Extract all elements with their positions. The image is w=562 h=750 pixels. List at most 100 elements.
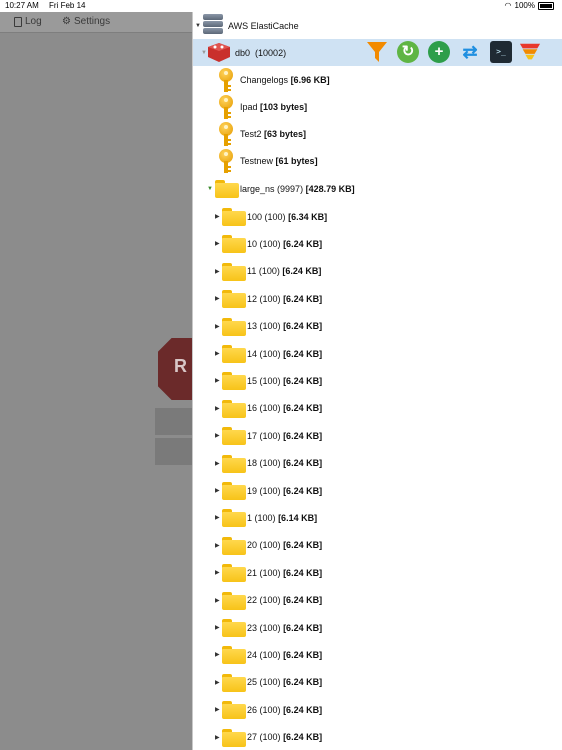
tree-row-folder[interactable]: ▶ 18 (100) [6.24 KB] <box>193 450 562 477</box>
folder-size: [6.24 KB] <box>283 293 323 304</box>
tree-row-folder[interactable]: ▶ 16 (100) [6.24 KB] <box>193 395 562 422</box>
chevron-right-icon[interactable]: ▶ <box>215 295 220 302</box>
folder-icon <box>222 317 246 336</box>
swap-icon[interactable]: ⇄ <box>459 41 481 63</box>
chevron-right-icon[interactable]: ▶ <box>215 734 220 741</box>
chevron-right-icon[interactable]: ▶ <box>215 268 220 275</box>
clear-filter-icon[interactable] <box>519 41 541 63</box>
tree-row-folder[interactable]: ▶ 10 (100) [6.24 KB] <box>193 230 562 257</box>
tree-row-folder[interactable]: ▶ 100 (100) [6.34 KB] <box>193 203 562 230</box>
chevron-right-icon[interactable]: ▶ <box>215 323 220 330</box>
folder-name: 19 <box>247 485 258 496</box>
key-icon <box>219 122 233 146</box>
folder-count: (100) <box>259 649 281 660</box>
refresh-icon[interactable]: ↻ <box>397 41 419 63</box>
tree-row-connection[interactable]: ▼ AWS ElastiCache <box>193 12 562 39</box>
folder-icon <box>222 619 246 637</box>
tree-row-folder[interactable]: ▶ 1 (100) [6.14 KB] <box>193 504 562 531</box>
tree-row-folder[interactable]: ▶ 17 (100) [6.24 KB] <box>193 422 562 449</box>
tree-row-folder[interactable]: ▶ 13 (100) [6.24 KB] <box>193 313 562 340</box>
key-name: Ipad <box>240 101 258 112</box>
tree-row-key[interactable]: Ipad [103 bytes] <box>193 93 562 120</box>
chevron-down-icon[interactable]: ▼ <box>195 23 201 29</box>
terminal-icon[interactable]: >_ <box>490 41 512 63</box>
folder-name: 27 <box>247 732 258 743</box>
folder-name: 24 <box>247 649 258 660</box>
folder-count: (100) <box>254 512 276 523</box>
tree-row-folder[interactable]: ▶ 20 (100) [6.24 KB] <box>193 532 562 559</box>
folder-icon <box>222 235 246 254</box>
chevron-right-icon[interactable]: ▶ <box>215 432 220 439</box>
chevron-right-icon[interactable]: ▶ <box>215 514 220 521</box>
namespace-name: large_ns <box>240 183 275 194</box>
folder-icon <box>215 180 239 198</box>
folder-icon <box>222 372 246 391</box>
settings-label: Settings <box>73 16 111 27</box>
tree-row-folder[interactable]: ▶ 24 (100) [6.24 KB] <box>193 641 562 668</box>
settings-button[interactable]: ⚙ Settings <box>62 16 110 27</box>
tree-row-folder[interactable]: ▶ 14 (100) [6.24 KB] <box>193 340 562 367</box>
folder-count: (100) <box>259 485 281 496</box>
chevron-right-icon[interactable]: ▶ <box>215 460 220 467</box>
folder-count: (100) <box>259 595 281 606</box>
folder-icon <box>222 701 246 720</box>
database-label: db0 <box>235 47 251 58</box>
tree-row-folder[interactable]: ▶ 25 (100) [6.24 KB] <box>193 669 562 696</box>
tree-row-key[interactable]: Changelogs [6.96 KB] <box>193 66 562 93</box>
folder-icon <box>222 482 246 500</box>
status-time: 10:27 AM <box>5 1 39 10</box>
chevron-right-icon[interactable]: ▶ <box>215 405 220 412</box>
tree-row-key[interactable]: Testnew [61 bytes] <box>193 147 562 174</box>
tree-row-folder[interactable]: ▶ 19 (100) [6.24 KB] <box>193 477 562 504</box>
folder-name: 1 <box>247 512 253 523</box>
chevron-right-icon[interactable]: ▶ <box>215 350 220 357</box>
tree-row-folder[interactable]: ▶ 23 (100) [6.24 KB] <box>193 614 562 641</box>
tree-row-folder[interactable]: ▶ 27 (100) [6.24 KB] <box>193 724 562 750</box>
chevron-right-icon[interactable]: ▶ <box>215 651 220 658</box>
background-app: Log ⚙ Settings R <box>0 12 192 750</box>
chevron-right-icon[interactable]: ▶ <box>215 487 220 494</box>
chevron-right-icon[interactable]: ▶ <box>215 597 220 604</box>
tree-row-folder[interactable]: ▶ 26 (100) [6.24 KB] <box>193 696 562 723</box>
folder-name: 18 <box>247 458 258 469</box>
chevron-right-icon[interactable]: ▶ <box>215 542 220 549</box>
folder-count: (100) <box>259 567 281 578</box>
tree-row-namespace[interactable]: ▼ large_ns (9997) [428.79 KB] <box>193 175 562 202</box>
folder-name: 15 <box>247 375 258 386</box>
key-name: Testnew <box>240 155 274 166</box>
tree-row-folder[interactable]: ▶ 22 (100) [6.24 KB] <box>193 587 562 614</box>
chevron-right-icon[interactable]: ▶ <box>215 377 220 384</box>
chevron-right-icon[interactable]: ▶ <box>215 706 220 713</box>
folder-size: [6.24 KB] <box>283 677 323 688</box>
status-bar: 10:27 AM Fri Feb 14 ◠ 100% <box>0 0 562 12</box>
chevron-right-icon[interactable]: ▶ <box>215 624 220 631</box>
folder-count: (100) <box>259 375 281 386</box>
add-icon[interactable]: + <box>428 41 450 63</box>
tree-row-folder[interactable]: ▶ 12 (100) [6.24 KB] <box>193 285 562 312</box>
tree-panel: ▼ AWS ElastiCache ▼ db0 (10002) ↻ + ⇄ >_ <box>192 12 562 750</box>
database-count: (10002) <box>255 47 287 58</box>
battery-percent: 100% <box>514 1 535 10</box>
folder-size: [6.24 KB] <box>283 649 323 660</box>
tree-row-key[interactable]: Test2 [63 bytes] <box>193 120 562 147</box>
log-button[interactable]: Log <box>14 16 42 27</box>
tree-row-folder[interactable]: ▶ 11 (100) [6.24 KB] <box>193 258 562 285</box>
gear-icon: ⚙ <box>62 16 71 27</box>
folder-icon <box>222 345 246 363</box>
chevron-right-icon[interactable]: ▶ <box>215 213 220 220</box>
chevron-right-icon[interactable]: ▶ <box>215 240 220 247</box>
folder-icon <box>222 290 246 309</box>
chevron-down-icon[interactable]: ▼ <box>207 186 213 192</box>
folder-count: (100) <box>259 704 281 715</box>
tree-row-folder[interactable]: ▶ 15 (100) [6.24 KB] <box>193 367 562 394</box>
chevron-right-icon[interactable]: ▶ <box>215 679 220 686</box>
filter-icon[interactable] <box>366 41 388 63</box>
folder-name: 100 <box>247 211 263 222</box>
tree-row-folder[interactable]: ▶ 21 (100) [6.24 KB] <box>193 559 562 586</box>
folder-count: (100) <box>259 732 281 743</box>
key-size: [63 bytes] <box>264 128 307 139</box>
folder-icon <box>222 591 246 610</box>
folder-icon <box>222 509 246 528</box>
tree-row-database[interactable]: ▼ db0 (10002) ↻ + ⇄ >_ <box>193 39 562 66</box>
chevron-right-icon[interactable]: ▶ <box>215 569 220 576</box>
